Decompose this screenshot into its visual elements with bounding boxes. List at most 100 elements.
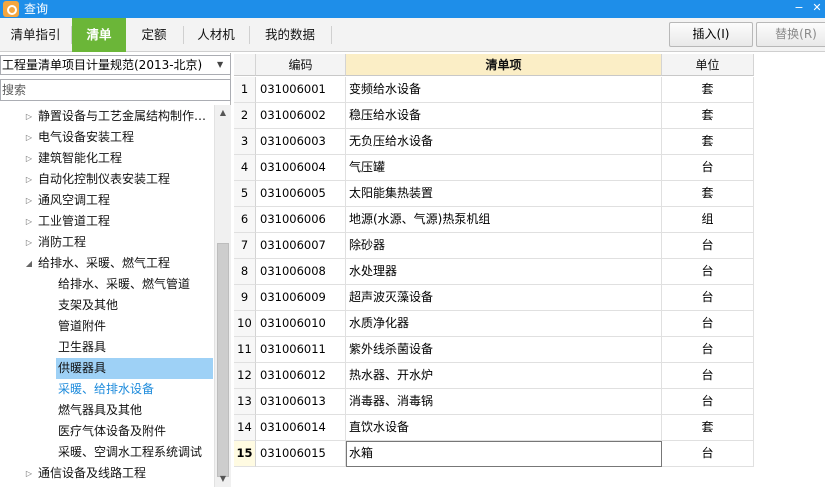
- expand-triangle-icon[interactable]: ▷: [24, 190, 34, 211]
- tree-node-selected[interactable]: 供暖器具: [56, 358, 213, 379]
- expand-triangle-icon[interactable]: ▷: [24, 148, 34, 169]
- tab-my-data[interactable]: 我的数据: [250, 18, 330, 52]
- item-unit: 套: [662, 415, 754, 441]
- tab-quota[interactable]: 定额: [127, 18, 181, 52]
- expand-triangle-icon[interactable]: ▷: [24, 106, 34, 127]
- item-code: 031006001: [256, 77, 346, 103]
- tree-node[interactable]: 采暖、空调水工程系统调试: [58, 442, 202, 463]
- table-row[interactable]: 8 031006008 水处理器台: [234, 259, 754, 285]
- tab-bill[interactable]: 清单: [72, 18, 126, 52]
- expand-triangle-icon[interactable]: ▷: [24, 169, 34, 190]
- row-number: 11: [234, 337, 256, 363]
- row-number: 9: [234, 285, 256, 311]
- tree-node[interactable]: 支架及其他: [58, 295, 118, 316]
- replace-button[interactable]: 替换(R): [756, 22, 825, 47]
- item-name: 无负压给水设备: [346, 129, 662, 155]
- item-unit: 台: [662, 311, 754, 337]
- table-row-current[interactable]: 15 031006015 水箱台: [234, 441, 754, 467]
- standard-select[interactable]: 工程量清单项目计量规范(2013-北京) ▼: [0, 55, 231, 75]
- tree-node[interactable]: ▷ 通风空调工程: [26, 190, 110, 211]
- item-unit: 组: [662, 207, 754, 233]
- row-number: 4: [234, 155, 256, 181]
- item-unit: 台: [662, 259, 754, 285]
- item-code: 031006002: [256, 103, 346, 129]
- item-code: 031006012: [256, 363, 346, 389]
- expand-triangle-icon[interactable]: ▷: [24, 232, 34, 253]
- item-unit: 台: [662, 155, 754, 181]
- row-number: 13: [234, 389, 256, 415]
- scrollbar-thumb[interactable]: [217, 243, 229, 477]
- row-number: 12: [234, 363, 256, 389]
- tree-node[interactable]: 管道附件: [58, 316, 106, 337]
- tab-list-guide[interactable]: 清单指引: [0, 18, 71, 52]
- row-number: 10: [234, 311, 256, 337]
- item-unit: 台: [662, 285, 754, 311]
- scroll-up-icon[interactable]: ▲: [215, 105, 231, 121]
- item-unit: 台: [662, 363, 754, 389]
- item-name: 水箱: [346, 441, 662, 467]
- minimize-icon[interactable]: −: [790, 0, 808, 18]
- tree-node[interactable]: 卫生器具: [58, 337, 106, 358]
- scroll-down-icon[interactable]: ▼: [215, 471, 231, 487]
- row-number: 8: [234, 259, 256, 285]
- item-name: 气压罐: [346, 155, 662, 181]
- item-unit: 台: [662, 233, 754, 259]
- tree-node[interactable]: ▷ 工业管道工程: [26, 211, 110, 232]
- tree-node[interactable]: 给排水、采暖、燃气管道: [58, 274, 190, 295]
- collapse-triangle-icon[interactable]: ◢: [24, 253, 34, 274]
- expand-triangle-icon[interactable]: ▷: [24, 211, 34, 232]
- table-row[interactable]: 9 031006009 超声波灭藻设备台: [234, 285, 754, 311]
- tree-scrollbar[interactable]: ▲ ▼: [214, 105, 231, 487]
- tree-node[interactable]: ◢ 给排水、采暖、燃气工程: [26, 253, 170, 274]
- table-row[interactable]: 1 031006001 变频给水设备套: [234, 77, 754, 103]
- tree-node-highlighted[interactable]: 采暖、给排水设备: [58, 379, 154, 400]
- standard-select-value: 工程量清单项目计量规范(2013-北京): [2, 58, 203, 72]
- item-unit: 套: [662, 129, 754, 155]
- tree-node[interactable]: ▷ 建筑智能化工程: [26, 148, 122, 169]
- item-code: 031006009: [256, 285, 346, 311]
- item-code: 031006011: [256, 337, 346, 363]
- insert-button[interactable]: 插入(I): [669, 22, 753, 47]
- table-row[interactable]: 12 031006012 热水器、开水炉台: [234, 363, 754, 389]
- title-bar: 查询 − ✕: [0, 0, 825, 18]
- table-row[interactable]: 2 031006002 稳压给水设备套: [234, 103, 754, 129]
- item-name: 热水器、开水炉: [346, 363, 662, 389]
- column-header-item[interactable]: 清单项: [346, 54, 662, 76]
- item-unit: 台: [662, 337, 754, 363]
- tree-node[interactable]: ▷ 通信设备及线路工程: [26, 463, 146, 484]
- table-row[interactable]: 14 031006014 直饮水设备套: [234, 415, 754, 441]
- table-row[interactable]: 3 031006003 无负压给水设备套: [234, 129, 754, 155]
- expand-triangle-icon[interactable]: ▷: [24, 463, 34, 484]
- table-row[interactable]: 11 031006011 紫外线杀菌设备台: [234, 337, 754, 363]
- column-header-code[interactable]: 编码: [256, 54, 346, 76]
- tree-node[interactable]: ▷ 自动化控制仪表安装工程: [26, 169, 170, 190]
- tree-node[interactable]: 医疗气体设备及附件: [58, 421, 166, 442]
- table-row[interactable]: 6 031006006 地源(水源、气源)热泵机组组: [234, 207, 754, 233]
- item-code: 031006015: [256, 441, 346, 467]
- tree-node[interactable]: ▷ 电气设备安装工程: [26, 127, 134, 148]
- table-row[interactable]: 10 031006010 水质净化器台: [234, 311, 754, 337]
- table-row[interactable]: 7 031006007 除砂器台: [234, 233, 754, 259]
- row-number: 7: [234, 233, 256, 259]
- item-code: 031006006: [256, 207, 346, 233]
- table-row[interactable]: 5 031006005 太阳能集热装置套: [234, 181, 754, 207]
- item-unit: 套: [662, 77, 754, 103]
- item-code: 031006003: [256, 129, 346, 155]
- item-name: 水处理器: [346, 259, 662, 285]
- bill-item-table: 编码 清单项 单位 1 031006001 变频给水设备套 2 031006002 稳压…: [234, 54, 754, 487]
- tree-node[interactable]: 燃气器具及其他: [58, 400, 142, 421]
- tree-node[interactable]: ▷ 消防工程: [26, 232, 86, 253]
- table-row[interactable]: 13 031006013 消毒器、消毒锅台: [234, 389, 754, 415]
- tree-node[interactable]: ▷ 静置设备与工艺金属结构制作…: [26, 106, 206, 127]
- expand-triangle-icon[interactable]: ▷: [24, 127, 34, 148]
- item-name: 地源(水源、气源)热泵机组: [346, 207, 662, 233]
- window-title: 查询: [24, 2, 49, 16]
- search-input[interactable]: [0, 79, 231, 101]
- close-icon[interactable]: ✕: [808, 0, 825, 18]
- column-header-unit[interactable]: 单位: [662, 54, 754, 76]
- item-unit: 台: [662, 389, 754, 415]
- tab-labor-material-machine[interactable]: 人材机: [184, 18, 248, 52]
- dropdown-arrow-icon[interactable]: ▼: [217, 56, 227, 74]
- table-row[interactable]: 4 031006004 气压罐台: [234, 155, 754, 181]
- item-code: 031006004: [256, 155, 346, 181]
